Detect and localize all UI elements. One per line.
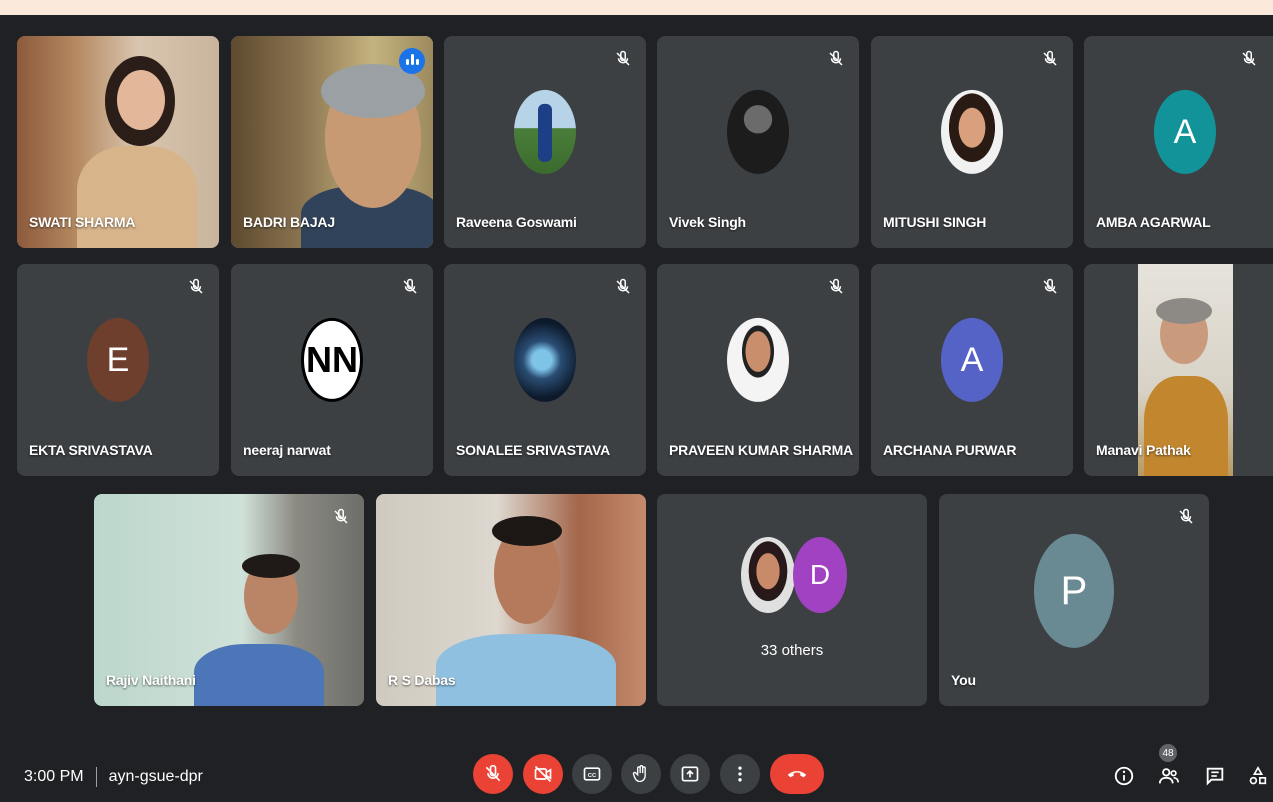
- meeting-stage: SWATI SHARMA BADRI BAJAJ Raveena Goswami…: [0, 15, 1273, 802]
- avatar: [514, 317, 576, 402]
- present-screen-icon: [681, 766, 699, 782]
- participant-tile[interactable]: NN neeraj narwat: [231, 264, 433, 476]
- participant-name: ARCHANA PURWAR: [883, 442, 1017, 458]
- participant-tile[interactable]: Rajiv Naithani: [94, 494, 364, 706]
- mic-toggle-button[interactable]: [473, 754, 513, 794]
- avatar: [727, 89, 789, 174]
- mic-off-icon: [1240, 50, 1258, 68]
- participant-name: Vivek Singh: [669, 214, 746, 230]
- participant-name: Rajiv Naithani: [106, 672, 196, 688]
- avatar-initial: A: [960, 340, 984, 379]
- participant-name: You: [951, 672, 976, 688]
- people-icon: [1158, 768, 1179, 784]
- participant-name: EKTA SRIVASTAVA: [29, 442, 153, 458]
- participant-tile[interactable]: P You: [939, 494, 1209, 706]
- meeting-controls-bar: 3:00 PM ayn-gsue-dpr CC 48: [0, 733, 1273, 802]
- participant-tile[interactable]: Raveena Goswami: [444, 36, 646, 248]
- participant-name: 33 others: [760, 642, 824, 659]
- mic-off-icon: [187, 278, 205, 296]
- participant-tile[interactable]: E EKTA SRIVASTAVA: [17, 264, 219, 476]
- participant-tile[interactable]: Vivek Singh: [657, 36, 859, 248]
- avatar: E: [87, 317, 149, 402]
- mic-off-icon: [614, 50, 632, 68]
- participant-name: SWATI SHARMA: [29, 214, 136, 230]
- mic-off-icon: [1041, 50, 1059, 68]
- participant-tile[interactable]: Manavi Pathak: [1084, 264, 1273, 476]
- participant-tile[interactable]: A ARCHANA PURWAR: [871, 264, 1073, 476]
- avatar: [941, 89, 1003, 174]
- participant-name: SONALEE SRIVASTAVA: [456, 442, 611, 458]
- meeting-code: ayn-gsue-dpr: [108, 768, 203, 785]
- participant-tile[interactable]: BADRI BAJAJ: [231, 36, 433, 248]
- participant-tile[interactable]: SWATI SHARMA: [17, 36, 219, 248]
- speaking-indicator-icon: [399, 48, 425, 74]
- avatar: A: [941, 317, 1003, 402]
- captions-button[interactable]: CC: [572, 754, 612, 794]
- divider: [95, 767, 97, 787]
- avatar: NN: [301, 317, 363, 402]
- mic-off-icon: [1041, 278, 1059, 296]
- avatar-initial: E: [106, 340, 130, 379]
- chat-icon: [1206, 767, 1224, 786]
- participant-tile[interactable]: A AMBA AGARWAL: [1084, 36, 1273, 248]
- participant-name: BADRI BAJAJ: [243, 214, 335, 230]
- show-everyone-button[interactable]: 48: [1157, 744, 1181, 788]
- meeting-time: 3:00 PM: [24, 768, 84, 785]
- closed-captions-icon: CC: [583, 767, 601, 781]
- mic-off-icon: [1177, 508, 1195, 526]
- leave-call-button[interactable]: [770, 754, 824, 794]
- participant-name: R S Dabas: [388, 672, 456, 688]
- info-icon: [1114, 766, 1134, 786]
- mic-off-icon: [485, 764, 501, 782]
- mic-off-icon: [401, 278, 419, 296]
- mic-off-icon: [614, 278, 632, 296]
- mic-off-icon: [332, 508, 350, 526]
- chat-button[interactable]: [1203, 764, 1227, 788]
- avatar: A: [1154, 89, 1216, 174]
- end-call-icon: [787, 771, 807, 778]
- videocam-off-icon: [534, 765, 552, 783]
- avatar: [727, 317, 789, 402]
- camera-toggle-button[interactable]: [523, 754, 563, 794]
- meeting-details-button[interactable]: [1112, 764, 1136, 788]
- mic-off-icon: [827, 50, 845, 68]
- meeting-details: 3:00 PM ayn-gsue-dpr: [24, 767, 203, 787]
- avatar-initial: P: [1060, 568, 1088, 613]
- participant-name: neeraj narwat: [243, 442, 331, 458]
- avatar-initial: D: [809, 559, 831, 590]
- avatar: [741, 537, 795, 613]
- svg-text:CC: CC: [588, 773, 597, 779]
- activities-icon: [1249, 766, 1267, 785]
- participant-tile[interactable]: PRAVEEN KUMAR SHARMA: [657, 264, 859, 476]
- more-options-button[interactable]: [720, 754, 760, 794]
- avatar-initial: A: [1173, 112, 1197, 151]
- participant-name: Raveena Goswami: [456, 214, 577, 230]
- participant-name: PRAVEEN KUMAR SHARMA: [669, 442, 853, 458]
- activities-button[interactable]: [1246, 764, 1270, 788]
- participant-name: Manavi Pathak: [1096, 442, 1191, 458]
- raise-hand-icon: [632, 765, 646, 783]
- raise-hand-button[interactable]: [621, 754, 661, 794]
- present-now-button[interactable]: [670, 754, 710, 794]
- participant-name: MITUSHI SINGH: [883, 214, 987, 230]
- participant-tile[interactable]: D 33 others: [657, 494, 927, 706]
- mic-off-icon: [827, 278, 845, 296]
- avatar-initial: NN: [306, 338, 358, 380]
- avatar: P: [1034, 533, 1114, 648]
- participant-count-badge: 48: [1159, 744, 1177, 762]
- more-options-icon: [738, 766, 742, 782]
- avatar: D: [793, 537, 847, 613]
- avatar: [514, 89, 576, 174]
- participant-tile[interactable]: SONALEE SRIVASTAVA: [444, 264, 646, 476]
- participant-tile[interactable]: MITUSHI SINGH: [871, 36, 1073, 248]
- participant-name: AMBA AGARWAL: [1096, 214, 1211, 230]
- participant-tile[interactable]: R S Dabas: [376, 494, 646, 706]
